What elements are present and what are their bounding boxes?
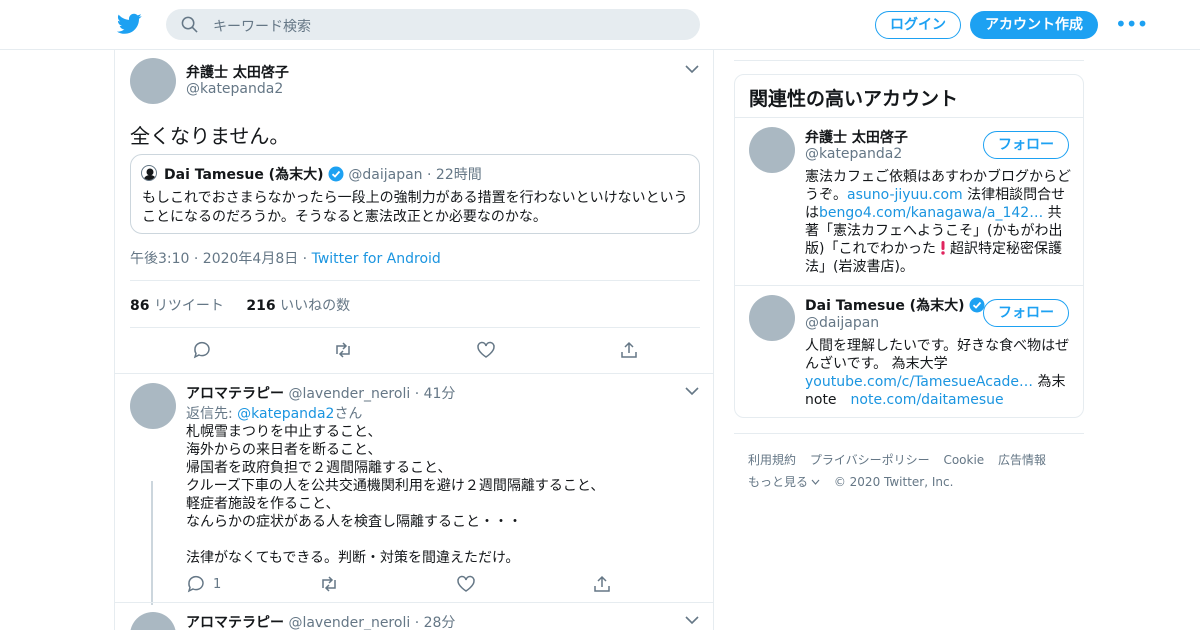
tweet-metadata: 午後3:10 · 2020年4月8日 · Twitter for Android [130, 248, 441, 268]
footer-more-label[interactable]: もっと見る [748, 475, 808, 489]
exclamation-icon [941, 241, 945, 255]
bio-link[interactable]: youtube.com/c/TamesueAcade… [805, 374, 1033, 390]
footer-more-button[interactable]: もっと見る [748, 475, 830, 489]
reply-author-name[interactable]: アロマテラピー [186, 615, 284, 630]
reply-to-prefix: 返信先: [186, 406, 238, 422]
copyright: © 2020 Twitter, Inc. [833, 475, 954, 489]
reply-to-suffix: さん [334, 406, 363, 422]
tweet-text: 全くなりません。 [130, 124, 290, 148]
reply-icon[interactable] [186, 574, 206, 594]
quoted-timestamp: 22時間 [435, 167, 482, 183]
top-navigation-bar: キーワード検索 ログイン アカウント作成 ••• [0, 0, 1200, 50]
divider [115, 602, 713, 603]
quoted-author-name: Dai Tamesue (為末大) [164, 167, 324, 183]
divider [735, 117, 1083, 118]
dot-separator: · [427, 167, 432, 183]
tweet-stats: 86 リツイート 216 いいねの数 [130, 295, 350, 315]
thread-connector [151, 481, 153, 605]
follow-button[interactable]: フォロー [983, 131, 1069, 159]
chevron-down-icon [811, 479, 820, 485]
verified-badge-icon [328, 166, 344, 182]
reply-author-name[interactable]: アロマテラピー [186, 386, 284, 402]
reply-author-handle[interactable]: @lavender_neroli [288, 386, 410, 402]
like-count[interactable]: 216 [246, 298, 275, 314]
tweet-source-link[interactable]: Twitter for Android [312, 251, 441, 267]
reply-to-line: 返信先: @katepanda2さん [186, 403, 362, 423]
reply-text: 札幌雪まつりを中止すること、 海外からの来日者を断ること、 帰国者を政府負担で２… [186, 424, 605, 566]
quoted-avatar [141, 165, 157, 181]
chevron-down-icon[interactable] [685, 64, 699, 74]
reply-icon[interactable] [192, 340, 212, 360]
like-icon[interactable] [456, 574, 476, 594]
search-icon [181, 16, 198, 33]
account-bio: 人間を理解したいです。好きな食べ物はぜんざいです。 為末大学 youtube.c… [805, 337, 1071, 409]
reply-timestamp[interactable]: 41分 [424, 386, 456, 402]
reply-to-mention[interactable]: @katepanda2 [237, 406, 334, 422]
quoted-header: Dai Tamesue (為末大) @daijapan · 22時間 [164, 164, 482, 184]
account-handle[interactable]: @daijapan [805, 315, 879, 331]
retweet-count[interactable]: 86 [130, 298, 149, 314]
retweet-icon[interactable] [319, 574, 339, 594]
share-icon[interactable] [619, 340, 639, 360]
footer-link-privacy[interactable]: プライバシーポリシー [810, 453, 930, 467]
search-input[interactable]: キーワード検索 [166, 9, 700, 40]
chevron-down-icon[interactable] [685, 386, 699, 396]
account-name-line: Dai Tamesue (為末大) [805, 295, 985, 315]
footer-link-cookie[interactable]: Cookie [943, 453, 984, 467]
account-handle[interactable]: @katepanda2 [805, 146, 902, 162]
account-bio: 憲法カフェご依頼はあすわかブログからどうぞ。asuno-jiyuu.com 法律… [805, 168, 1071, 276]
tweet-author-name[interactable]: 弁護士 太田啓子 [186, 62, 289, 82]
footer-secondary: もっと見る © 2020 Twitter, Inc. [748, 473, 963, 490]
tweet-author-handle[interactable]: @katepanda2 [186, 81, 283, 97]
reply-header: アロマテラピー @lavender_neroli · 28分 [186, 612, 455, 630]
signup-button[interactable]: アカウント作成 [970, 11, 1098, 39]
avatar[interactable] [130, 383, 176, 429]
divider [734, 433, 1084, 434]
tweet-timestamp: 午後3:10 · 2020年4月8日 · [130, 251, 312, 267]
reply-timestamp[interactable]: 28分 [424, 615, 456, 630]
avatar[interactable] [130, 58, 176, 104]
reply-header: アロマテラピー @lavender_neroli · 41分 [186, 383, 455, 403]
like-label[interactable]: いいねの数 [280, 298, 350, 314]
reply-author-handle[interactable]: @lavender_neroli [288, 615, 410, 630]
more-options-icon[interactable]: ••• [1115, 14, 1148, 34]
avatar[interactable] [130, 612, 176, 630]
quoted-text: もしこれでおさまらなかったら一段上の強制力がある措置を行わないといけないというこ… [142, 190, 688, 225]
chevron-down-icon[interactable] [685, 615, 699, 625]
timeline-column: 弁護士 太田啓子 @katepanda2 全くなりません。 Dai Tamesu… [114, 50, 714, 630]
search-placeholder: キーワード検索 [213, 19, 311, 35]
login-button[interactable]: ログイン [875, 11, 961, 39]
bio-link[interactable]: asuno-jiyuu.com [847, 187, 963, 203]
related-accounts-panel: 関連性の高いアカウント 弁護士 太田啓子 @katepanda2 フォロー 憲法… [734, 74, 1084, 418]
twitter-logo-icon[interactable] [117, 13, 142, 35]
footer-links: 利用規約 プライバシーポリシー Cookie 広告情報 [748, 451, 1056, 468]
quoted-tweet[interactable]: Dai Tamesue (為末大) @daijapan · 22時間 もしこれで… [130, 154, 700, 234]
related-accounts-title: 関連性の高いアカウント [749, 88, 959, 110]
avatar[interactable] [749, 295, 795, 341]
account-name[interactable]: 弁護士 太田啓子 [805, 127, 908, 147]
like-icon[interactable] [476, 340, 496, 360]
share-icon[interactable] [592, 574, 612, 594]
footer-link-terms[interactable]: 利用規約 [748, 453, 796, 467]
follow-button[interactable]: フォロー [983, 299, 1069, 327]
divider [734, 60, 1084, 61]
bio-text: 人間を理解したいです。好きな食べ物はぜんざいです。 為末大学 [805, 338, 1070, 372]
reply-count: 1 [213, 577, 222, 592]
footer-link-ads[interactable]: 広告情報 [998, 453, 1046, 467]
account-name[interactable]: Dai Tamesue (為末大) [805, 298, 964, 314]
divider [735, 285, 1083, 286]
bio-link[interactable]: bengo4.com/kanagawa/a_142… [819, 205, 1043, 221]
quoted-author-handle: @daijapan [348, 167, 423, 183]
divider [130, 327, 700, 328]
retweet-icon[interactable] [333, 340, 353, 360]
divider [130, 280, 700, 281]
dot-separator: · [414, 615, 420, 630]
divider [115, 373, 713, 374]
retweet-label[interactable]: リツイート [154, 298, 224, 314]
dot-separator: · [414, 386, 420, 402]
avatar[interactable] [749, 127, 795, 173]
bio-link[interactable]: note.com/daitamesue [851, 392, 1004, 408]
